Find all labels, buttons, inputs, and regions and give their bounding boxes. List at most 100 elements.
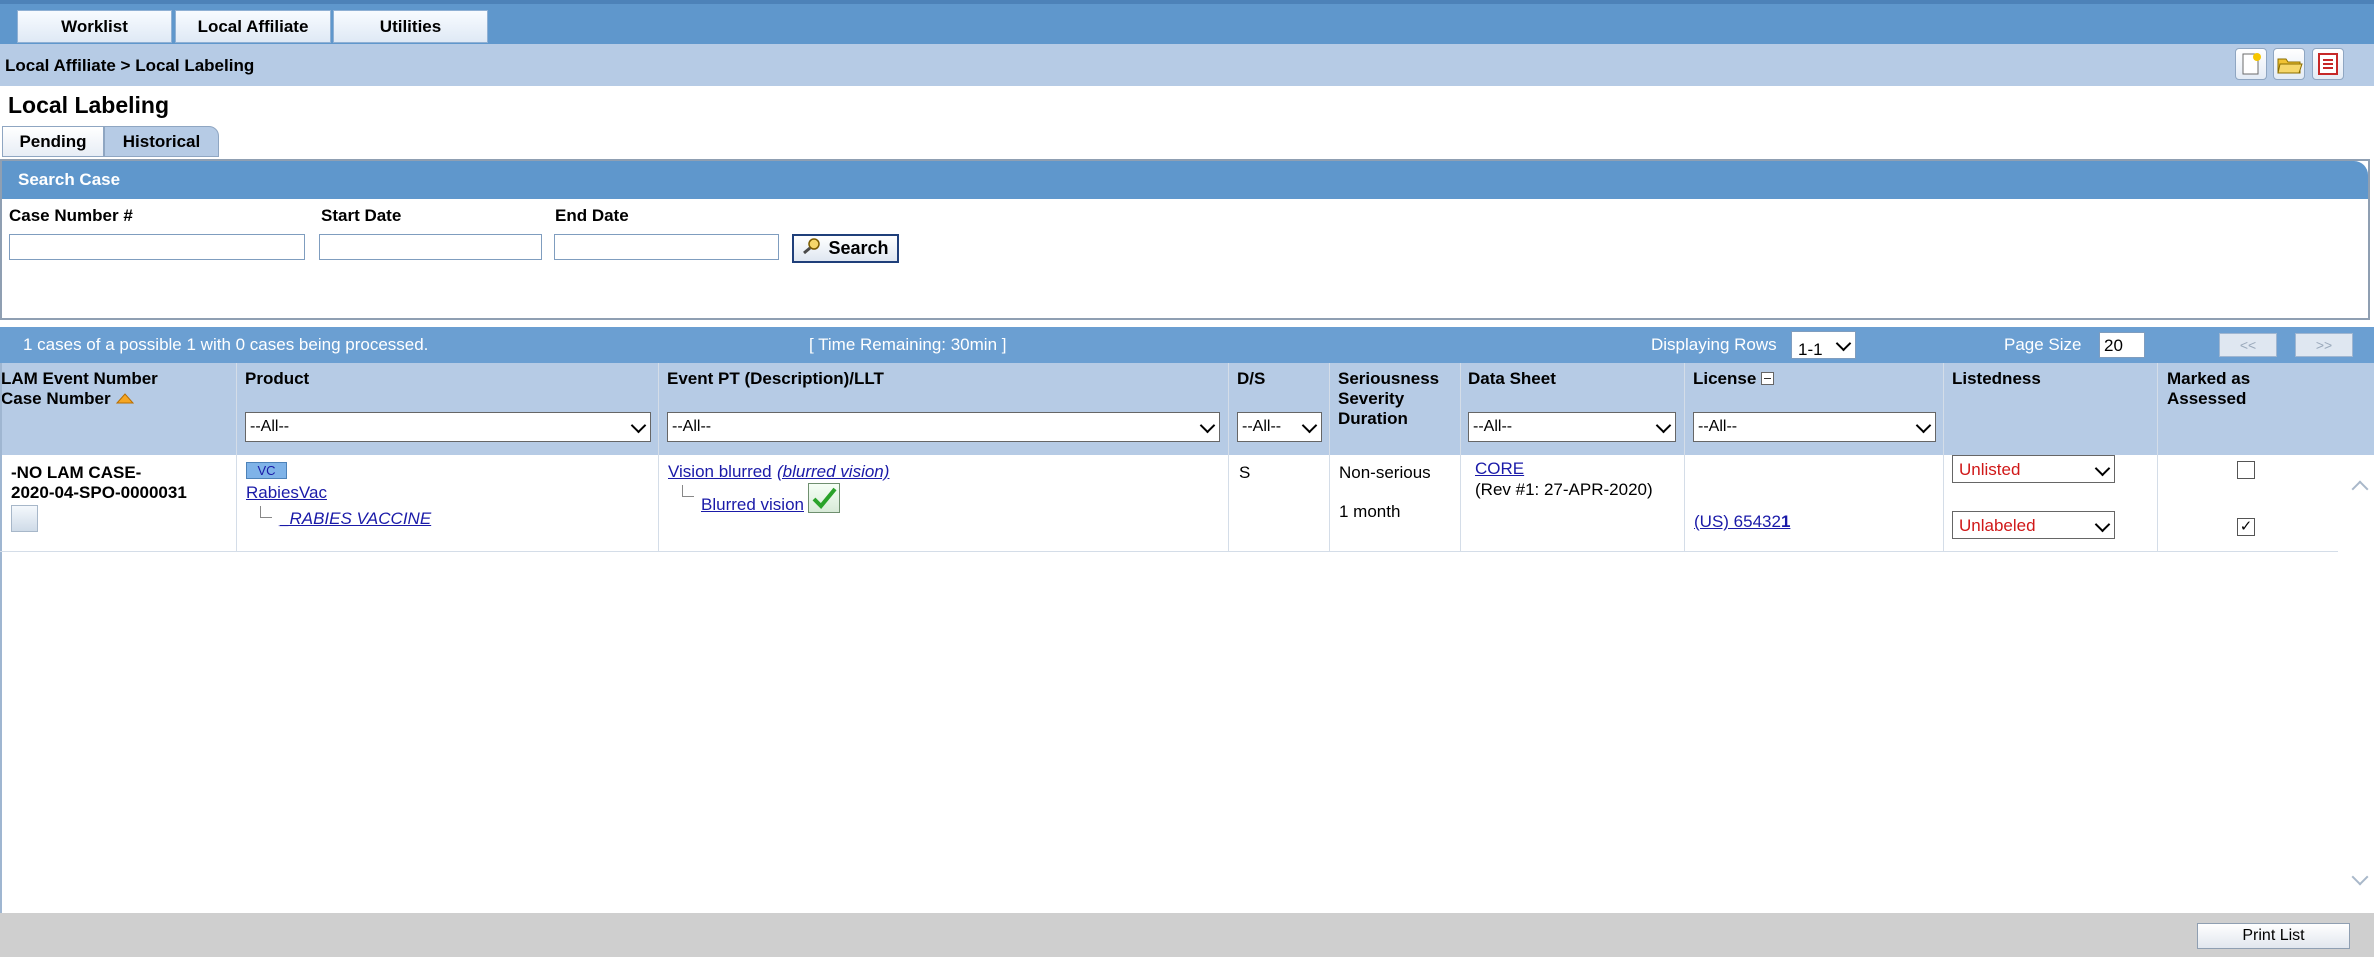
footer-bar: Print List (0, 913, 2374, 957)
lam-event-number: -NO LAM CASE- (11, 463, 142, 482)
list-report-icon[interactable] (2312, 48, 2344, 80)
displaying-rows-select[interactable]: 1-1 (1791, 331, 1856, 359)
column-divider (236, 363, 237, 551)
tab-historical[interactable]: Historical (104, 126, 219, 157)
product-ingredient-link[interactable]: _RABIES VACCINE (280, 509, 431, 529)
page-title: Local Labeling (8, 92, 170, 118)
col-event[interactable]: Event PT (Description)/LLT (667, 369, 884, 389)
search-button-label: Search (828, 238, 889, 258)
search-case-title: Search Case (2, 161, 2368, 199)
labeled-value: Unlabeled (1959, 516, 2036, 535)
case-form-icon[interactable] (11, 505, 38, 532)
cases-count-text: 1 cases of a possible 1 with 0 cases bei… (23, 335, 429, 354)
license-filter-value: --All-- (1698, 418, 1738, 435)
col-assessed-label: Assessed (2167, 389, 2247, 408)
prev-page-button[interactable]: << (2219, 333, 2277, 357)
new-document-icon[interactable] (2235, 48, 2267, 80)
col-marked-assessed[interactable]: Marked as Assessed (2167, 369, 2250, 409)
column-divider (1228, 363, 1229, 551)
col-case-label: Case Number (1, 389, 111, 408)
chevron-down-icon (1301, 417, 1318, 434)
checkmark-icon[interactable] (808, 483, 840, 513)
sort-ascending-icon (115, 389, 135, 408)
product-filter-select[interactable]: --All-- (245, 412, 651, 442)
datasheet-revision: (Rev #1: 27-APR-2020) (1475, 480, 1653, 499)
marked-labeled-checkbox[interactable]: ✓ (2237, 518, 2255, 536)
breadcrumb: Local Affiliate > Local Labeling (5, 56, 255, 75)
col-license[interactable]: License (1693, 369, 1775, 389)
col-lam-case[interactable]: LAM Event Number Case Number (1, 369, 158, 409)
menu-utilities[interactable]: Utilities (333, 10, 488, 43)
product-link[interactable]: RabiesVac (246, 483, 327, 503)
col-product[interactable]: Product (245, 369, 309, 389)
scroll-down-icon[interactable] (2351, 868, 2369, 886)
print-list-button[interactable]: Print List (2197, 923, 2350, 949)
end-date-label: End Date (555, 206, 629, 225)
license-number-suffix: 1 (1780, 512, 1791, 531)
start-date-input[interactable] (319, 234, 542, 260)
col-lam-label: LAM Event Number (1, 369, 158, 388)
column-divider (1329, 363, 1330, 551)
chevron-down-icon (2094, 516, 2111, 533)
case-number-input[interactable] (9, 234, 305, 260)
breadcrumb-bar: Local Affiliate > Local Labeling (0, 44, 2374, 86)
col-severity-label: Severity (1338, 389, 1405, 408)
datasheet-filter-select[interactable]: --All-- (1468, 412, 1676, 442)
col-listedness[interactable]: Listedness (1952, 369, 2041, 389)
labeled-select[interactable]: Unlabeled (1952, 511, 2115, 539)
product-filter-value: --All-- (250, 418, 290, 435)
tree-connector (682, 485, 694, 497)
column-divider (1460, 363, 1461, 551)
event-llt-link[interactable]: Blurred vision (701, 495, 804, 515)
next-page-button[interactable]: >> (2295, 333, 2353, 357)
end-date-input[interactable] (554, 234, 779, 260)
menu-local-affiliate[interactable]: Local Affiliate (175, 10, 331, 43)
col-datasheet[interactable]: Data Sheet (1468, 369, 1556, 389)
table-left-border (0, 363, 2, 913)
col-marked-label: Marked as (2167, 369, 2251, 388)
rows-select-value: 1-1 (1798, 340, 1823, 359)
chevron-down-icon (630, 417, 647, 434)
chevron-down-icon (1199, 417, 1216, 434)
event-description-link[interactable]: (blurred vision) (777, 462, 889, 482)
event-filter-value: --All-- (672, 418, 712, 435)
chevron-down-icon (1835, 335, 1852, 352)
col-ds[interactable]: D/S (1237, 369, 1265, 389)
col-license-label: License (1693, 369, 1757, 388)
listedness-value: Unlisted (1959, 460, 2021, 479)
ds-filter-value: --All-- (1242, 418, 1282, 435)
page-size-input[interactable]: 20 (2099, 332, 2145, 358)
col-seriousness[interactable]: Seriousness Severity Duration (1338, 369, 1439, 429)
table-header: LAM Event Number Case Number Product Eve… (0, 363, 2374, 455)
tab-pending[interactable]: Pending (2, 126, 104, 157)
open-folder-icon[interactable] (2273, 48, 2305, 80)
marked-listed-checkbox[interactable] (2237, 461, 2255, 479)
license-link[interactable]: (US) 654321 (1694, 512, 1790, 532)
chevron-down-icon (1915, 417, 1932, 434)
menu-worklist[interactable]: Worklist (17, 10, 172, 43)
scroll-up-icon[interactable] (2351, 480, 2369, 498)
case-number-value[interactable]: 2020-04-SPO-0000031 (11, 483, 187, 503)
listedness-select[interactable]: Unlisted (1952, 455, 2115, 483)
magnifier-icon (802, 237, 822, 260)
event-pt-link[interactable]: Vision blurred (668, 462, 772, 482)
license-filter-select[interactable]: --All-- (1693, 412, 1936, 442)
chevron-down-icon (2094, 460, 2111, 477)
top-menu-bar: Worklist Local Affiliate Utilities (0, 0, 2374, 44)
column-divider (2157, 363, 2158, 551)
datasheet-filter-value: --All-- (1473, 418, 1513, 435)
event-filter-select[interactable]: --All-- (667, 412, 1220, 442)
displaying-rows-label: Displaying Rows (1651, 335, 1777, 354)
col-seriousness-label: Seriousness (1338, 369, 1440, 388)
search-button[interactable]: Search (792, 234, 899, 263)
column-divider (1684, 363, 1685, 551)
collapse-icon[interactable] (1761, 372, 1775, 385)
vaccine-badge: VC (246, 462, 287, 479)
page-size-label: Page Size (2004, 335, 2082, 354)
results-info-bar: 1 cases of a possible 1 with 0 cases bei… (0, 327, 2374, 363)
chevron-down-icon (1655, 417, 1672, 434)
col-duration-label: Duration (1338, 409, 1408, 428)
column-divider (1943, 363, 1944, 551)
datasheet-link[interactable]: CORE (1475, 459, 1524, 479)
ds-filter-select[interactable]: --All-- (1237, 412, 1322, 442)
